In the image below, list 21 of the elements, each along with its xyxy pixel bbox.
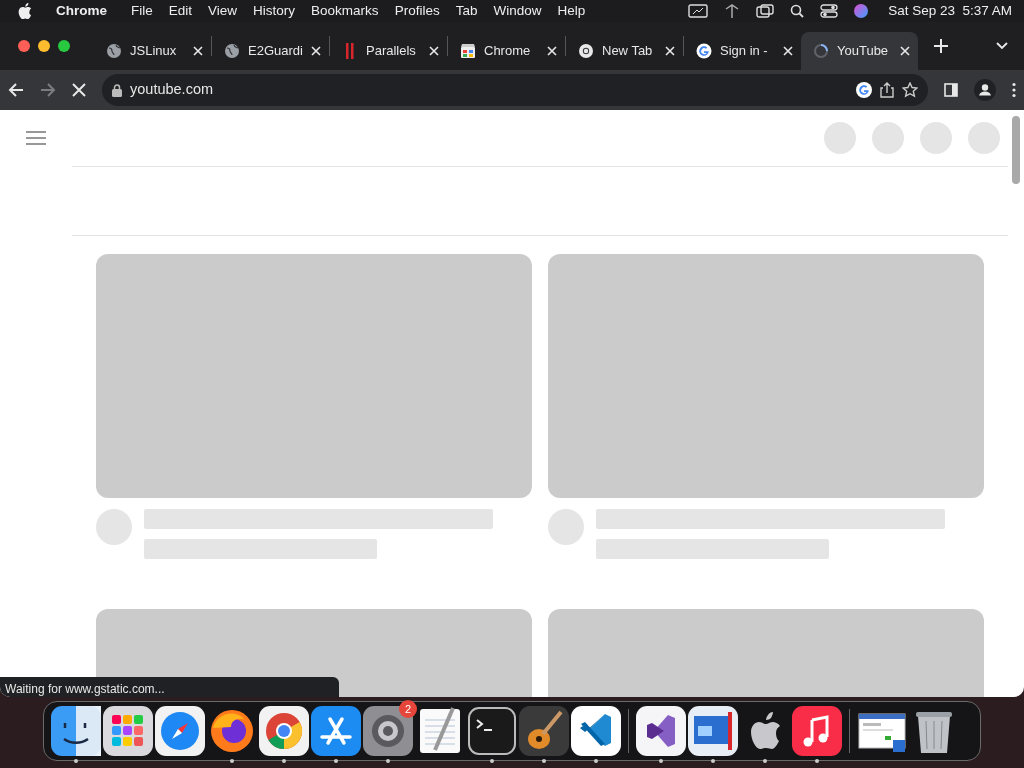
browser-tab[interactable]: JSLinux xyxy=(94,32,211,70)
menu-item[interactable]: Profiles xyxy=(394,0,440,22)
status-bubble: Waiting for www.gstatic.com... xyxy=(0,677,339,697)
menu-item[interactable]: History xyxy=(253,0,296,22)
menu-item[interactable]: Edit xyxy=(168,0,193,22)
menu-item[interactable]: Help xyxy=(557,0,586,22)
clock[interactable]: Sat Sep 23 5:37 AM xyxy=(888,0,1012,22)
app-menu[interactable]: Chrome xyxy=(56,0,107,22)
notification-count: 2 xyxy=(399,700,417,718)
menu-item[interactable]: Tab xyxy=(455,0,478,22)
menu-item[interactable]: View xyxy=(208,0,238,22)
browser-tab[interactable]: New Tab xyxy=(566,32,683,70)
browser-tab[interactable]: Sign in - xyxy=(684,32,801,70)
browser-tab[interactable]: Chrome xyxy=(448,32,565,70)
menu-item[interactable]: Window xyxy=(493,0,542,22)
browser-tab[interactable]: E2Guardi xyxy=(212,32,329,70)
browser-tab[interactable]: YouTube xyxy=(801,32,918,70)
address-bar[interactable]: youtube.com xyxy=(102,74,928,106)
menu-item[interactable]: Bookmarks xyxy=(311,0,379,22)
browser-tab[interactable]: Parallels xyxy=(330,32,447,70)
menu-item[interactable]: File xyxy=(131,0,153,22)
